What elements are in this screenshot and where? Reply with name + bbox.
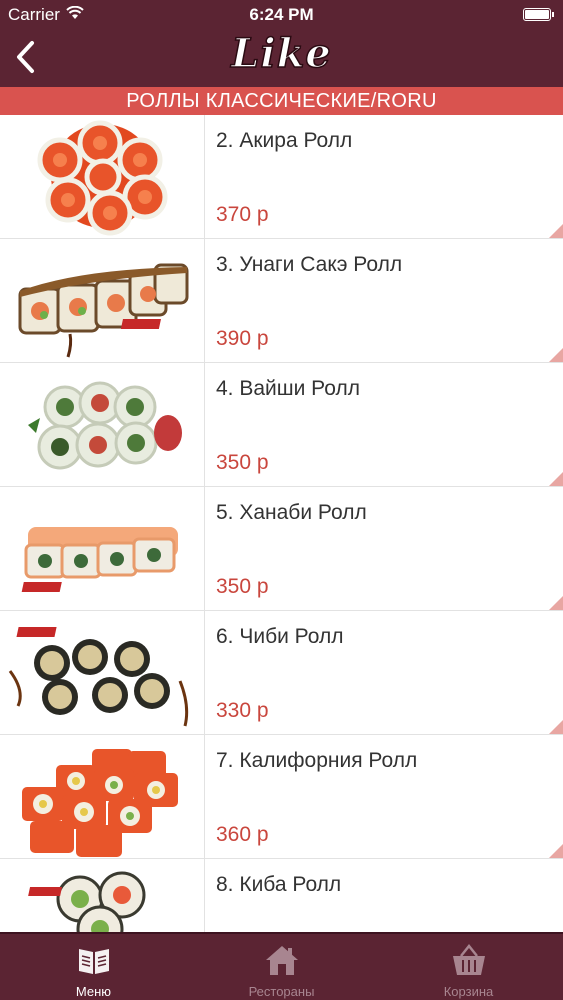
corner-triangle-icon: [549, 348, 563, 362]
product-item[interactable]: 8. Киба Ролл: [0, 859, 563, 932]
product-image: [0, 859, 205, 932]
product-name: 3. Унаги Сакэ Ролл: [216, 253, 403, 276]
product-list[interactable]: 2. Акира Ролл 370 р 3. Унаги Сакэ Ролл 3…: [0, 115, 563, 932]
product-item[interactable]: 5. Ханаби Ролл 350 р: [0, 487, 563, 611]
product-price: 350 р: [216, 575, 269, 598]
product-image: [0, 239, 205, 362]
tab-label: Рестораны: [248, 984, 315, 999]
product-name: 8. Киба Ролл: [216, 873, 342, 896]
product-item[interactable]: 4. Вайши Ролл 350 р: [0, 363, 563, 487]
corner-triangle-icon: [549, 224, 563, 238]
tab-bar: Меню Рестораны Корзина: [0, 932, 563, 1000]
product-item[interactable]: 2. Акира Ролл 370 р: [0, 115, 563, 239]
corner-triangle-icon: [549, 472, 563, 486]
product-name: 6. Чиби Ролл: [216, 625, 344, 648]
tab-label: Меню: [75, 984, 112, 999]
product-price: 390 р: [216, 327, 269, 350]
status-time: 6:24 PM: [249, 5, 314, 24]
book-icon: [79, 949, 109, 974]
category-title: РОЛЛЫ КЛАССИЧЕСКИЕ/RORU: [0, 87, 563, 115]
app-logo: Like: [231, 29, 332, 78]
product-image: [0, 115, 205, 238]
corner-triangle-icon: [549, 844, 563, 858]
tab-label: Корзина: [443, 984, 494, 999]
tab-restaurants[interactable]: Рестораны: [188, 934, 375, 1000]
status-bar: Carrier 6:24 PM: [0, 0, 563, 30]
product-image: [0, 735, 205, 858]
house-icon: [266, 946, 298, 975]
corner-triangle-icon: [549, 596, 563, 610]
basket-icon: [453, 943, 485, 975]
battery-icon: [523, 8, 554, 21]
product-price: 360 р: [216, 823, 269, 846]
product-price: 330 р: [216, 699, 269, 722]
product-image: [0, 363, 205, 486]
tab-menu[interactable]: Меню: [0, 934, 187, 1000]
product-name: 5. Ханаби Ролл: [216, 501, 367, 524]
product-image: [0, 487, 205, 610]
product-name: 7. Калифорния Ролл: [216, 749, 418, 772]
tab-cart[interactable]: Корзина: [375, 934, 562, 1000]
nav-header: Carrier 6:24 PM Like: [0, 0, 563, 87]
product-name: 4. Вайши Ролл: [216, 377, 360, 400]
product-item[interactable]: 7. Калифорния Ролл 360 р: [0, 735, 563, 859]
product-image: [0, 611, 205, 734]
product-price: 350 р: [216, 451, 269, 474]
product-price: 370 р: [216, 203, 269, 226]
product-item[interactable]: 6. Чиби Ролл 330 р: [0, 611, 563, 735]
product-item[interactable]: 3. Унаги Сакэ Ролл 390 р: [0, 239, 563, 363]
corner-triangle-icon: [549, 720, 563, 734]
product-name: 2. Акира Ролл: [216, 129, 353, 152]
